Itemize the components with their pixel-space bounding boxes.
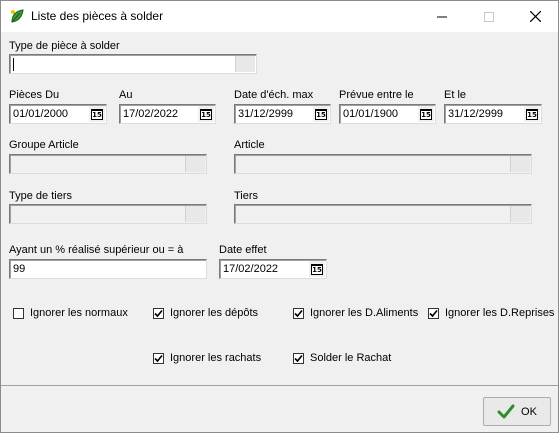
pieces-du-value: 01/01/2000 [13, 108, 69, 120]
button-bar: OK [1, 385, 558, 432]
calendar-icon: 15 [91, 108, 103, 120]
au-date-field[interactable]: 17/02/2022 15 [119, 104, 216, 124]
date-effet-field[interactable]: 17/02/2022 15 [219, 259, 327, 279]
solder-rachat-label: Solder le Rachat [310, 352, 392, 364]
ignorer-dreprises-checkbox[interactable]: Ignorer les D.Reprises [428, 307, 554, 319]
type-tiers-combo[interactable] [9, 204, 207, 224]
date-ech-max-value: 31/12/2999 [238, 108, 294, 120]
prevue-entre-value: 01/01/1900 [343, 108, 399, 120]
ignorer-depots-label: Ignorer les dépôts [170, 307, 259, 319]
maximize-icon [484, 11, 494, 22]
leaf-app-icon [11, 9, 24, 23]
pct-realise-label: Ayant un % réalisé supérieur ou = à [9, 244, 184, 256]
date-effet-value: 17/02/2022 [223, 263, 279, 275]
groupe-article-combo[interactable] [9, 154, 207, 174]
checkbox-box[interactable] [293, 352, 304, 364]
prevue-entre-field[interactable]: 01/01/1900 15 [339, 104, 436, 124]
et-le-label: Et le [444, 89, 467, 101]
date-effet-calendar-button[interactable]: 15 [309, 261, 325, 277]
type-piece-combo[interactable] [9, 54, 257, 74]
pieces-du-date-field[interactable]: 01/01/2000 15 [9, 104, 107, 124]
tiers-dropdown-button[interactable] [510, 206, 530, 222]
et-le-value: 31/12/2999 [448, 108, 504, 120]
article-combo[interactable] [234, 154, 532, 174]
ignorer-daliments-checkbox[interactable]: Ignorer les D.Aliments [293, 307, 418, 319]
check-mark-icon [154, 354, 163, 362]
calendar-icon: 15 [420, 108, 432, 120]
minimize-button[interactable] [419, 1, 465, 32]
type-tiers-label: Type de tiers [9, 190, 72, 202]
maximize-button[interactable] [466, 1, 512, 32]
close-button[interactable] [512, 1, 558, 32]
checkmark-icon [497, 404, 515, 418]
groupe-article-label: Groupe Article [9, 139, 79, 151]
ignorer-daliments-label: Ignorer les D.Aliments [310, 307, 419, 319]
checkbox-box[interactable] [293, 307, 304, 319]
article-label: Article [234, 139, 265, 151]
dialog-window: Liste des pièces à solder Type de pièce … [0, 0, 559, 433]
pieces-du-calendar-button[interactable]: 15 [89, 106, 105, 122]
ignorer-normaux-checkbox[interactable]: Ignorer les normaux [13, 307, 128, 319]
article-dropdown-button[interactable] [510, 156, 530, 172]
ok-button-label: OK [521, 405, 537, 418]
tiers-label: Tiers [234, 190, 259, 202]
minimize-icon [437, 16, 447, 17]
et-le-calendar-button[interactable]: 15 [524, 106, 540, 122]
pieces-du-label: Pièces Du [9, 89, 60, 101]
type-piece-label: Type de pièce à solder [9, 40, 120, 52]
au-label: Au [119, 89, 133, 101]
au-value: 17/02/2022 [123, 108, 179, 120]
au-calendar-button[interactable]: 15 [198, 106, 214, 122]
title-bar: Liste des pièces à solder [1, 1, 558, 32]
tiers-combo[interactable] [234, 204, 532, 224]
type-tiers-dropdown-button[interactable] [185, 206, 205, 222]
close-icon [529, 11, 541, 22]
date-ech-max-label: Date d'éch. max [234, 89, 314, 101]
pct-realise-value: 99 [13, 263, 26, 275]
pct-realise-input[interactable]: 99 [9, 259, 207, 279]
checkbox-box[interactable] [13, 307, 24, 319]
checkbox-box[interactable] [153, 352, 164, 364]
date-ech-max-field[interactable]: 31/12/2999 15 [234, 104, 331, 124]
calendar-icon: 15 [200, 108, 212, 120]
prevue-entre-calendar-button[interactable]: 15 [418, 106, 434, 122]
solder-rachat-checkbox[interactable]: Solder le Rachat [293, 352, 391, 364]
date-effet-label: Date effet [219, 244, 267, 256]
date-ech-max-calendar-button[interactable]: 15 [313, 106, 329, 122]
window-title: Liste des pièces à solder [31, 9, 164, 23]
ignorer-rachats-checkbox[interactable]: Ignorer les rachats [153, 352, 261, 364]
text-caret [13, 58, 14, 71]
ignorer-normaux-label: Ignorer les normaux [30, 307, 128, 319]
calendar-icon: 15 [315, 108, 327, 120]
ok-button[interactable]: OK [483, 397, 551, 426]
check-mark-icon [154, 309, 163, 317]
checkbox-box[interactable] [153, 307, 164, 319]
check-mark-icon [294, 354, 303, 362]
ignorer-rachats-label: Ignorer les rachats [170, 352, 262, 364]
ignorer-depots-checkbox[interactable]: Ignorer les dépôts [153, 307, 258, 319]
type-piece-dropdown-button[interactable] [235, 56, 255, 72]
check-mark-icon [294, 309, 303, 317]
groupe-article-dropdown-button[interactable] [185, 156, 205, 172]
calendar-icon: 15 [526, 108, 538, 120]
check-mark-icon [429, 309, 438, 317]
ignorer-dreprises-label: Ignorer les D.Reprises [445, 307, 555, 319]
calendar-icon: 15 [311, 263, 323, 275]
checkbox-box[interactable] [428, 307, 439, 319]
prevue-entre-label: Prévue entre le [339, 89, 414, 101]
form-area: Type de pièce à solder Pièces Du 01/01/2… [1, 32, 558, 384]
et-le-field[interactable]: 31/12/2999 15 [444, 104, 542, 124]
